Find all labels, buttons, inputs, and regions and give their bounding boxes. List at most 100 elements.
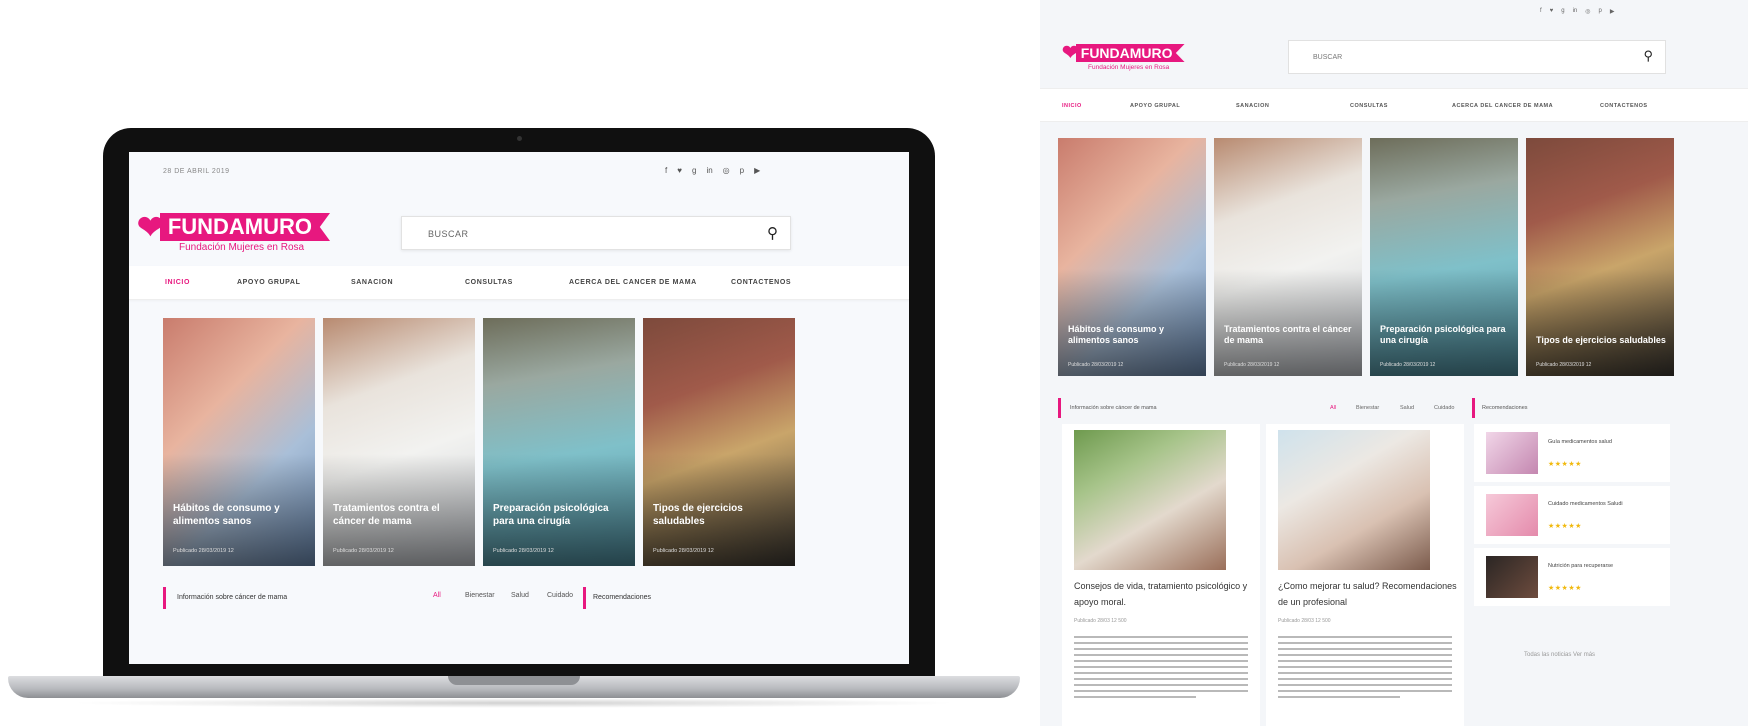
- logo-tagline: Fundación Mujeres en Rosa: [179, 242, 305, 253]
- card-title: Tratamientos contra el cáncer de mama: [1224, 324, 1352, 345]
- featured-card[interactable]: Tipos de ejercicios saludables Publicado…: [1526, 138, 1674, 376]
- recommendation-name: Guía medicamentos salud: [1548, 439, 1612, 445]
- search-placeholder: BUSCAR: [428, 229, 469, 239]
- instagram-icon[interactable]: ◎: [723, 166, 730, 175]
- featured-card[interactable]: Preparación psicológica para una cirugía…: [1370, 138, 1518, 376]
- card-meta: Publicado 28/03/2019 12: [1380, 362, 1436, 368]
- filter-salud[interactable]: Salud: [1400, 405, 1414, 411]
- recommendation-name: Cuidado medicamentos Saludi: [1548, 501, 1623, 507]
- camera-dot: [517, 136, 522, 141]
- all-news-link[interactable]: Todas las noticias Ver más: [1524, 652, 1595, 658]
- search-box[interactable]: BUSCAR ⚲: [401, 216, 791, 250]
- recommendation-thumb: [1486, 432, 1538, 474]
- card-meta: Publicado 28/03/2019 12: [1536, 362, 1592, 368]
- filter-all[interactable]: All: [1330, 405, 1336, 411]
- filter-salud[interactable]: Salud: [511, 592, 529, 599]
- article-card[interactable]: ¿Como mejorar tu salud? Recomendaciones …: [1266, 424, 1464, 726]
- article-card[interactable]: Consejos de vida, tratamiento psicológic…: [1062, 424, 1260, 726]
- recommendation-item[interactable]: Nutrición para recuperarse ★★★★★: [1474, 548, 1670, 606]
- filter-bienestar[interactable]: Bienestar: [1356, 405, 1379, 411]
- featured-cards: Hábitos de consumo y alimentos sanos Pub…: [1058, 138, 1676, 376]
- nav-item-sanacion[interactable]: SANACION: [1236, 103, 1269, 109]
- card-title: Tratamientos contra el cáncer de mama: [333, 503, 440, 527]
- nav-item-contactenos[interactable]: CONTACTENOS: [731, 279, 791, 286]
- main-nav: INICIO APOYO GRUPAL SANACION CONSULTAS A…: [129, 266, 909, 300]
- nav-item-apoyo-grupal[interactable]: APOYO GRUPAL: [237, 279, 300, 286]
- logo-name: FUNDAMURO: [159, 213, 331, 241]
- nav-item-sanacion[interactable]: SANACION: [351, 279, 393, 286]
- filter-all[interactable]: All: [433, 592, 441, 599]
- article-excerpt: [1074, 636, 1248, 702]
- nav-item-inicio[interactable]: INICIO: [1062, 103, 1082, 109]
- card-meta: Publicado 28/03/2019 12: [493, 548, 554, 554]
- article-title[interactable]: Consejos de vida, tratamiento psicológic…: [1074, 578, 1254, 610]
- recommendation-name: Nutrición para recuperarse: [1548, 563, 1614, 569]
- instagram-icon[interactable]: ◎: [1585, 8, 1590, 15]
- logo-tagline: Fundación Mujeres en Rosa: [1088, 64, 1170, 71]
- facebook-icon[interactable]: f: [665, 166, 667, 175]
- youtube-icon[interactable]: ▶: [1610, 8, 1615, 15]
- filter-bienestar[interactable]: Bienestar: [465, 592, 495, 599]
- search-icon[interactable]: ⚲: [1643, 48, 1653, 64]
- filter-cuidado[interactable]: Cuidado: [547, 592, 573, 599]
- card-shade: [1058, 268, 1206, 376]
- linkedin-icon[interactable]: in: [706, 166, 712, 175]
- recommendation-item[interactable]: Cuidado medicamentos Saludi ★★★★★: [1474, 486, 1670, 544]
- recommendations-title: Recomendaciones: [593, 594, 651, 601]
- card-meta: Publicado 28/03/2019 12: [1224, 362, 1280, 368]
- rating-stars: ★★★★★: [1548, 585, 1582, 592]
- nav-item-contactenos[interactable]: CONTACTENOS: [1600, 103, 1648, 109]
- article-title[interactable]: ¿Como mejorar tu salud? Recomendaciones …: [1278, 578, 1458, 610]
- laptop-notch: [448, 676, 580, 685]
- twitter-icon[interactable]: ♥: [677, 166, 682, 175]
- recommendation-item[interactable]: Guía medicamentos salud ★★★★★: [1474, 424, 1670, 482]
- card-title: Preparación psicológica para una cirugía: [1380, 324, 1506, 345]
- social-links: f ♥ g in ◎ p ▶: [665, 166, 760, 175]
- card-title: Preparación psicológica para una cirugía: [493, 503, 609, 527]
- recommendation-thumb: [1486, 556, 1538, 598]
- laptop-screen: 28 DE ABRIL 2019 f ♥ g in ◎ p ▶ ❤ FUNDAM…: [129, 152, 909, 664]
- section-accent: [1472, 398, 1475, 418]
- nav-item-consultas[interactable]: CONSULTAS: [1350, 103, 1388, 109]
- desktop-page: f ♥ g in ◎ p ▶ ❤ FUNDAMURO Fundación Muj…: [1040, 0, 1748, 726]
- date-label: 28 DE ABRIL 2019: [163, 168, 230, 175]
- youtube-icon[interactable]: ▶: [754, 166, 760, 175]
- rating-stars: ★★★★★: [1548, 461, 1582, 468]
- article-excerpt: [1278, 636, 1452, 702]
- nav-item-apoyo-grupal[interactable]: APOYO GRUPAL: [1130, 103, 1180, 109]
- card-shade: [1526, 268, 1674, 376]
- card-meta: Publicado 28/03/2019 12: [653, 548, 714, 554]
- nav-item-acerca[interactable]: ACERCA DEL CANCER DE MAMA: [1452, 103, 1553, 109]
- pinterest-icon[interactable]: p: [1599, 8, 1602, 15]
- recommendations-header: Recomendaciones: [1472, 396, 1672, 420]
- laptop-shadow: [68, 698, 960, 708]
- facebook-icon[interactable]: f: [1540, 8, 1542, 15]
- top-bar: 28 DE ABRIL 2019 f ♥ g in ◎ p ▶: [129, 152, 909, 192]
- site-logo[interactable]: ❤ FUNDAMURO Fundación Mujeres en Rosa: [137, 210, 331, 253]
- pinterest-icon[interactable]: p: [740, 166, 744, 175]
- search-box[interactable]: BUSCAR ⚲: [1288, 40, 1666, 74]
- search-placeholder: BUSCAR: [1313, 54, 1343, 61]
- google-plus-icon[interactable]: g: [1561, 8, 1564, 15]
- filter-cuidado[interactable]: Cuidado: [1434, 405, 1455, 411]
- linkedin-icon[interactable]: in: [1573, 8, 1578, 15]
- featured-card[interactable]: Hábitos de consumo y alimentos sanos Pub…: [163, 318, 315, 566]
- featured-card[interactable]: Tipos de ejercicios saludables Publicado…: [643, 318, 795, 566]
- rating-stars: ★★★★★: [1548, 523, 1582, 530]
- google-plus-icon[interactable]: g: [692, 166, 696, 175]
- nav-item-consultas[interactable]: CONSULTAS: [465, 279, 513, 286]
- nav-item-acerca[interactable]: ACERCA DEL CANCER DE MAMA: [569, 279, 697, 286]
- twitter-icon[interactable]: ♥: [1550, 8, 1554, 15]
- article-image[interactable]: [1278, 430, 1430, 570]
- featured-card[interactable]: Preparación psicológica para una cirugía…: [483, 318, 635, 566]
- featured-card[interactable]: Tratamientos contra el cáncer de mama Pu…: [1214, 138, 1362, 376]
- nav-item-inicio[interactable]: INICIO: [165, 279, 190, 286]
- search-icon[interactable]: ⚲: [767, 224, 778, 242]
- article-image[interactable]: [1074, 430, 1226, 570]
- site-logo[interactable]: ❤ FUNDAMURO Fundación Mujeres en Rosa: [1062, 42, 1185, 71]
- featured-card[interactable]: Hábitos de consumo y alimentos sanos Pub…: [1058, 138, 1206, 376]
- recommendation-thumb: [1486, 494, 1538, 536]
- featured-cards: Hábitos de consumo y alimentos sanos Pub…: [163, 318, 795, 566]
- card-title: Hábitos de consumo y alimentos sanos: [1068, 324, 1165, 345]
- featured-card[interactable]: Tratamientos contra el cáncer de mama Pu…: [323, 318, 475, 566]
